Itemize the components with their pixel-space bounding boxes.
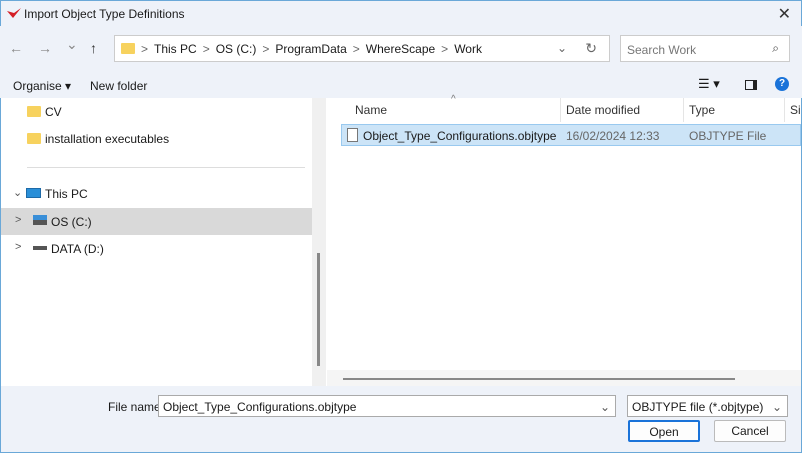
pc-icon	[26, 188, 41, 198]
organise-menu[interactable]: Organise ▾	[13, 79, 71, 93]
file-icon	[347, 128, 358, 142]
file-type-select[interactable]: OBJTYPE file (*.objtype) ⌄	[627, 395, 788, 417]
file-list: ^ Name Date modified Type Size Object_Ty…	[327, 94, 801, 386]
address-dropdown-icon[interactable]: ⌄	[557, 41, 567, 55]
file-name-label: File name:	[108, 400, 165, 414]
folder-icon	[121, 43, 135, 54]
column-divider[interactable]	[683, 98, 684, 122]
search-icon[interactable]: ⌕	[772, 41, 779, 56]
breadcrumb-this-pc[interactable]: This PC	[154, 42, 197, 56]
help-icon[interactable]: ?	[775, 77, 789, 91]
chevron-down-icon[interactable]: ⌄	[600, 400, 610, 414]
column-header-type[interactable]: Type	[689, 103, 715, 117]
file-row[interactable]: Object_Type_Configurations.objtype 16/02…	[341, 124, 801, 146]
tree-item-this-pc[interactable]: ⌄ This PC	[1, 180, 312, 207]
close-button[interactable]: ✕	[778, 4, 791, 24]
divider	[27, 167, 305, 168]
file-type: OBJTYPE File	[689, 129, 767, 143]
view-options-icon[interactable]: ☰ ▾	[698, 76, 720, 92]
title-bar: Import Object Type Definitions ✕	[0, 0, 802, 26]
open-button[interactable]: Open	[628, 420, 700, 442]
folder-icon	[27, 106, 41, 117]
tree-scrollbar[interactable]	[312, 98, 326, 386]
new-folder-button[interactable]: New folder	[90, 79, 147, 93]
preview-pane-icon[interactable]	[745, 80, 757, 90]
breadcrumb: > This PC > OS (C:) > ProgramData > Wher…	[141, 42, 482, 56]
breadcrumb-separator: >	[141, 42, 149, 56]
breadcrumb-os-c[interactable]: OS (C:)	[216, 42, 257, 56]
scrollbar-thumb[interactable]	[343, 378, 735, 380]
breadcrumb-separator: >	[352, 42, 360, 56]
drive-icon	[33, 246, 47, 250]
file-name-value: Object_Type_Configurations.objtype	[163, 400, 357, 414]
breadcrumb-separator: >	[202, 42, 210, 56]
sort-ascending-icon: ^	[451, 94, 456, 105]
search-placeholder: Search Work	[627, 43, 697, 57]
address-bar[interactable]: > This PC > OS (C:) > ProgramData > Wher…	[114, 35, 610, 62]
file-date: 16/02/2024 12:33	[566, 129, 660, 143]
navigation-tree: CV installation executables ⌄ This PC > …	[1, 98, 326, 386]
tree-item-label: This PC	[45, 187, 88, 201]
toolbar: Organise ▾ New folder ☰ ▾ ?	[0, 70, 802, 98]
tree-item-os-c[interactable]: > OS (C:)	[1, 208, 312, 235]
recent-locations-button[interactable]: ⌄	[66, 36, 78, 53]
chevron-down-icon[interactable]: ⌄	[772, 400, 782, 414]
breadcrumb-separator: >	[262, 42, 270, 56]
breadcrumb-programdata[interactable]: ProgramData	[275, 42, 346, 56]
horizontal-scrollbar[interactable]	[327, 370, 801, 386]
search-input[interactable]: Search Work ⌕	[620, 35, 790, 62]
tree-item-cv[interactable]: CV	[1, 98, 312, 125]
up-button[interactable]: ↑	[90, 40, 97, 56]
scrollbar-thumb[interactable]	[317, 253, 320, 366]
column-header-name[interactable]: Name	[355, 103, 387, 117]
tree-item-installation-executables[interactable]: installation executables	[1, 125, 312, 152]
forward-button[interactable]: →	[38, 40, 52, 56]
column-header-date-modified[interactable]: Date modified	[566, 103, 640, 117]
back-button[interactable]: ←	[9, 40, 23, 56]
column-header-size[interactable]: Size	[790, 103, 801, 117]
breadcrumb-separator: >	[441, 42, 449, 56]
breadcrumb-work[interactable]: Work	[454, 42, 482, 56]
chevron-right-icon[interactable]: >	[15, 214, 21, 226]
breadcrumb-wherescape[interactable]: WhereScape	[366, 42, 435, 56]
column-divider[interactable]	[784, 98, 785, 122]
dialog-footer: File name: Object_Type_Configurations.ob…	[1, 386, 801, 452]
refresh-button[interactable]: ↻	[585, 40, 597, 57]
chevron-right-icon[interactable]: >	[15, 241, 21, 253]
tree-item-data-d[interactable]: > DATA (D:)	[1, 235, 312, 262]
file-name: Object_Type_Configurations.objtype	[363, 129, 557, 143]
drive-icon	[33, 215, 47, 225]
tree-item-label: OS (C:)	[51, 215, 92, 229]
file-name-input[interactable]: Object_Type_Configurations.objtype ⌄	[158, 395, 616, 417]
file-type-value: OBJTYPE file (*.objtype)	[632, 400, 764, 414]
tree-item-label: DATA (D:)	[51, 242, 104, 256]
cancel-button[interactable]: Cancel	[714, 420, 786, 442]
chevron-down-icon[interactable]: ⌄	[13, 186, 22, 199]
window-title: Import Object Type Definitions	[24, 7, 185, 21]
tree-item-label: installation executables	[45, 132, 170, 146]
app-logo-icon	[7, 8, 21, 18]
column-divider[interactable]	[560, 98, 561, 122]
tree-item-label: CV	[45, 105, 62, 119]
folder-icon	[27, 133, 41, 144]
